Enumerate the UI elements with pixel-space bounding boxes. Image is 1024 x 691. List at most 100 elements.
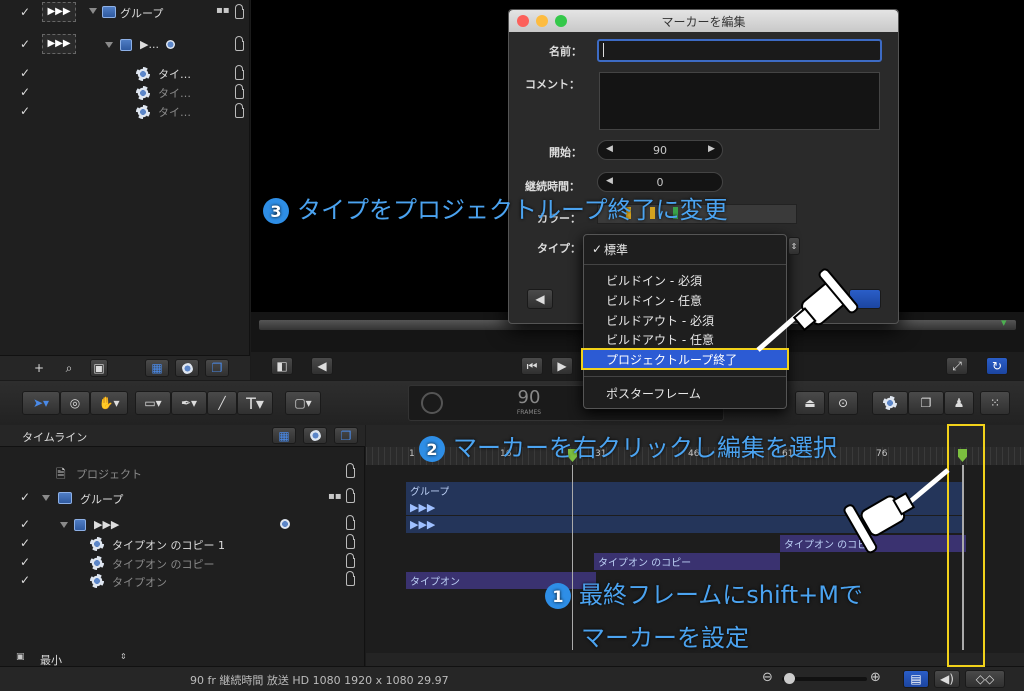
hand-tool-button[interactable]: ✋▾ [90,391,128,415]
group-thumb: ▶▶▶ [42,2,76,22]
zoom-in-icon[interactable]: ⊕ [870,670,881,685]
lock-icon[interactable] [235,36,244,51]
layer-checkbox[interactable]: ✓ [19,66,31,80]
layers-panel: ✓ ▶▶▶ グループ ▪▪ ✓ ▶▶▶ ▶... ✓ タイ… ✓ タイ… ✓ タ… [0,0,250,380]
audio-icon[interactable]: ◀) [934,670,960,688]
add-icon[interactable]: + [30,359,48,377]
grid-view-icon[interactable]: ▦ [145,359,169,377]
lock-icon[interactable] [346,553,355,568]
thumbnail-icon[interactable]: ▣ [90,359,108,377]
pushpin-icon [843,468,950,554]
behavior-gear-icon [90,574,104,588]
behavior-gear-icon [90,537,104,551]
type-stepper-icon[interactable]: ⇕ [788,237,800,255]
shape-tool-button[interactable]: ▭▾ [135,391,171,415]
dialog-titlebar[interactable]: マーカーを編集 [509,10,898,32]
layer-clone-label: ▶... [140,38,159,51]
duration-value: 0 [656,176,664,189]
layer-checkbox[interactable]: ✓ [19,104,31,118]
3d-tool-button[interactable]: ◎ [60,391,90,415]
disclosure-triangle[interactable] [60,522,68,528]
project-label: プロジェクト [76,468,142,481]
timeline-toggle-icon[interactable]: ▤ [903,670,929,688]
size-select[interactable]: ▣ 最小 ⇕ [10,651,130,667]
increment-icon[interactable]: ▶ [708,144,715,154]
lock-icon[interactable] [346,534,355,549]
camera-button[interactable]: ⊙ [828,391,858,415]
play-button[interactable]: ▶ [551,357,573,375]
timeline-scrollbar[interactable] [366,653,1024,666]
lock-icon[interactable] [235,65,244,80]
share-button[interactable]: ⏏ [795,391,825,415]
comment-label: コメント： [525,78,580,91]
callout-2: 2 マーカーを右クリックし編集を選択 [419,428,837,463]
show-panel-icon[interactable]: ◧ [271,357,293,375]
start-value: 90 [653,144,667,157]
duration-stepper[interactable]: ◀ 0 [597,172,723,192]
zoom-slider[interactable] [782,673,867,684]
lock-icon[interactable] [346,571,355,586]
particles-button[interactable]: ⁙ [980,391,1010,415]
search-icon[interactable]: ⌕ [60,359,78,377]
main-toolbar: ➤▾ ◎ ✋▾ ▭▾ ✒▾ ╱ T▾ ▢▾ 90 FRAMES ⏏ ⊙ ❐ ♟ … [0,381,1024,425]
pen-tool-button[interactable]: ✒▾ [171,391,207,415]
status-text: 90 fr 継続時間 放送 HD 1080 1920 x 1080 29.97 [190,674,449,687]
dialog-title: マーカーを編集 [661,15,746,29]
frame-unit: FRAMES [516,409,542,416]
layer-checkbox[interactable]: ✓ [19,5,31,19]
menu-item-poster-frame[interactable]: ポスターフレーム [584,383,786,403]
layer-label: タイ… [158,106,191,119]
select-tool-button[interactable]: ➤▾ [22,391,60,415]
loop-icon[interactable]: ↻ [986,357,1008,375]
stepper-icon: ⇕ [120,652,127,661]
disclosure-triangle[interactable] [42,495,50,501]
prev-frame-button[interactable]: ⏮ [521,357,543,375]
timeline-grid-icon[interactable]: ▦ [272,427,296,444]
keyframe-icon[interactable]: ◇◇ [965,670,1005,688]
timeline-title: タイムライン [22,431,88,444]
menu-item-standard[interactable]: ✓ 標準 [584,239,786,259]
layer-checkbox[interactable]: ✓ [19,555,31,569]
comment-field[interactable] [599,72,880,130]
layers-footer: + ⌕ ▣ ▦ ❐ [0,355,250,380]
timeline-layers-icon[interactable]: ❐ [334,427,358,444]
zoom-out-icon[interactable]: ⊖ [762,670,773,685]
layer-checkbox[interactable]: ✓ [19,37,31,51]
layer-checkbox[interactable]: ✓ [19,517,31,531]
timeline-gear-icon[interactable] [303,427,327,444]
start-stepper[interactable]: ◀ 90 ▶ [597,140,723,160]
clip-typeon-copy[interactable]: タイプオン のコピー [594,553,780,570]
filters-button[interactable]: ❐ [908,391,944,415]
name-field[interactable] [597,39,882,62]
text-tool-button[interactable]: T▾ [237,391,273,415]
lock-icon[interactable] [346,463,355,478]
layer-checkbox[interactable]: ✓ [19,490,31,504]
gear-icon [166,40,175,49]
layer-checkbox[interactable]: ✓ [19,85,31,99]
mask-tool-button[interactable]: ▢▾ [285,391,321,415]
prev-marker-button[interactable]: ◀ [527,289,553,309]
clock-icon [421,392,443,414]
fullscreen-icon[interactable]: ⤢ [946,357,968,375]
layer-label: タイ… [158,87,191,100]
callout-3: 3 タイプをプロジェクトループ終了に変更 [263,190,728,225]
behavior-gear-icon [136,105,150,119]
lock-icon[interactable] [346,515,355,530]
lock-icon[interactable] [235,103,244,118]
layers-view-icon[interactable]: ❐ [205,359,229,377]
disclosure-triangle[interactable] [105,42,113,48]
disclosure-triangle[interactable] [89,8,97,14]
start-label: 開始： [549,146,582,159]
paint-tool-button[interactable]: ╱ [207,391,237,415]
lock-icon[interactable] [235,4,244,19]
volume-icon[interactable]: ◀ [311,357,333,375]
clip-label: グループ [410,487,450,498]
callout-1: 1 最終フレームにshift+Mで [545,575,863,610]
behaviors-button[interactable] [872,391,908,415]
generators-button[interactable]: ♟ [944,391,974,415]
lock-icon[interactable] [346,488,355,503]
lock-icon[interactable] [235,84,244,99]
layer-checkbox[interactable]: ✓ [19,536,31,550]
layer-checkbox[interactable]: ✓ [19,573,31,587]
gear-filter-icon[interactable] [175,359,199,377]
